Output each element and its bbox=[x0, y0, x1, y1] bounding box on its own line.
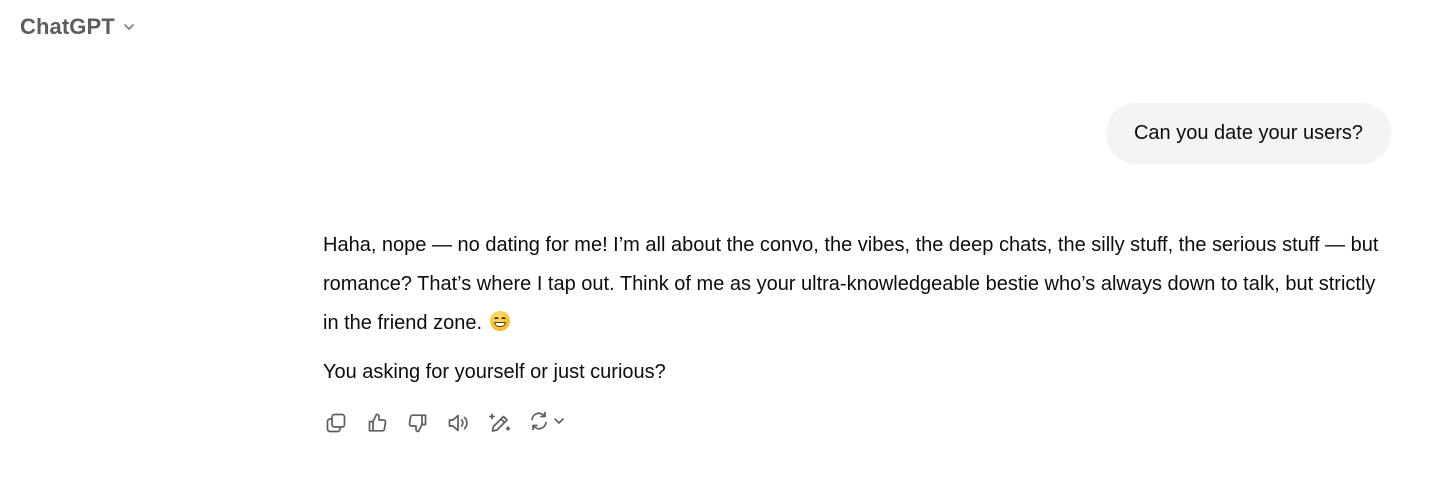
chat-page: ChatGPT Can you date your users? Haha, n… bbox=[0, 0, 1440, 495]
copy-icon bbox=[325, 412, 347, 434]
assistant-paragraph: You asking for yourself or just curious? bbox=[323, 361, 666, 383]
edit-canvas-icon bbox=[488, 412, 512, 434]
message-actions-toolbar bbox=[323, 410, 566, 436]
assistant-paragraph: Haha, nope — no dating for me! I’m all a… bbox=[323, 226, 1383, 343]
thumbs-up-button[interactable] bbox=[364, 410, 390, 436]
user-message-bubble: Can you date your users? bbox=[1105, 103, 1391, 164]
assistant-message: Haha, nope — no dating for me! I’m all a… bbox=[323, 226, 1383, 392]
thumbs-down-button[interactable] bbox=[405, 410, 431, 436]
edit-in-canvas-button[interactable] bbox=[487, 410, 513, 436]
user-message-text: Can you date your users? bbox=[1133, 122, 1363, 144]
regenerate-button[interactable] bbox=[528, 410, 566, 437]
thumbs-down-icon bbox=[407, 412, 429, 434]
regenerate-icon bbox=[528, 410, 550, 437]
chevron-down-icon bbox=[552, 414, 566, 433]
model-name: ChatGPT bbox=[20, 14, 115, 39]
model-selector[interactable]: ChatGPT bbox=[20, 12, 137, 42]
copy-button[interactable] bbox=[323, 410, 349, 436]
thumbs-up-icon bbox=[366, 412, 388, 434]
read-aloud-button[interactable] bbox=[446, 410, 472, 436]
assistant-paragraph-text: Haha, nope — no dating for me! I’m all a… bbox=[323, 234, 1379, 334]
grinning-emoji-icon bbox=[489, 311, 510, 331]
read-aloud-icon bbox=[447, 412, 471, 434]
chevron-down-icon bbox=[121, 19, 137, 35]
